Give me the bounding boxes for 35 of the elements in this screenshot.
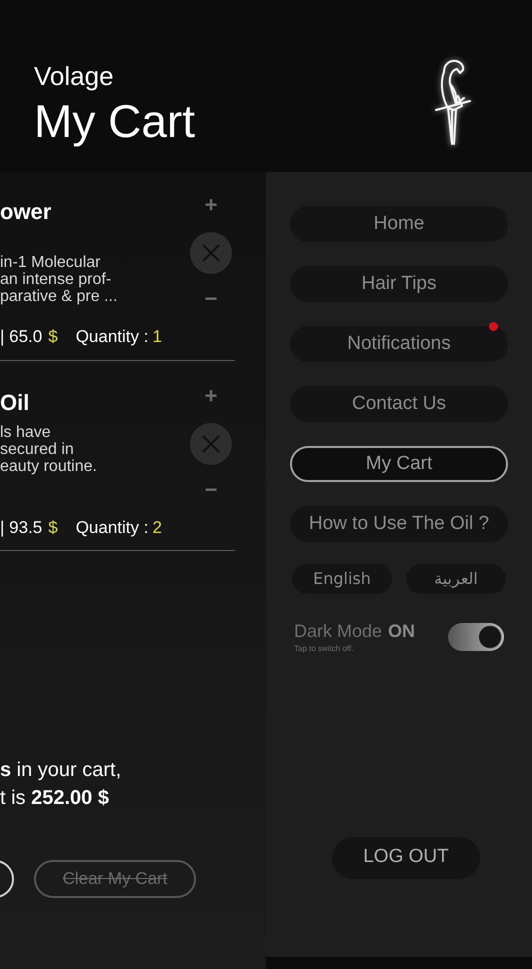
quantity-value: 1 bbox=[152, 326, 162, 348]
menu-item[interactable]: How to Use The Oil ? bbox=[290, 506, 508, 542]
decrease-button[interactable]: − bbox=[204, 478, 218, 500]
dark-mode-label: Dark Mode bbox=[294, 620, 382, 642]
language-button[interactable]: العربية bbox=[406, 564, 506, 594]
increase-button[interactable]: + bbox=[204, 194, 218, 216]
brand-name: Volage bbox=[34, 60, 115, 92]
dark-mode-hint: Tap to switch off. bbox=[294, 642, 354, 654]
cart-summary: t is 252.00 $ bbox=[0, 786, 110, 811]
currency-text: $ bbox=[48, 516, 58, 538]
product-name: ower bbox=[0, 198, 52, 226]
quantity-label: Quantity : bbox=[76, 326, 148, 348]
increase-button[interactable]: + bbox=[204, 384, 218, 406]
menu-item[interactable]: Contact Us bbox=[290, 386, 508, 422]
product-description: ls have secured in eauty routine. bbox=[0, 424, 98, 475]
language-button[interactable]: English bbox=[292, 564, 392, 594]
decrease-button[interactable]: − bbox=[204, 288, 218, 310]
menu-item[interactable]: Home bbox=[290, 206, 508, 242]
currency-text: $ bbox=[48, 326, 58, 348]
menu-item[interactable]: My Cart bbox=[290, 446, 508, 482]
parrot-logo-icon bbox=[434, 58, 474, 148]
price-text: | 93.5 bbox=[0, 516, 42, 539]
page-title: My Cart bbox=[34, 94, 195, 148]
close-icon bbox=[202, 434, 220, 452]
close-icon bbox=[202, 244, 220, 262]
menu-item[interactable]: Hair Tips bbox=[290, 266, 508, 302]
dark-mode-toggle[interactable] bbox=[448, 623, 504, 652]
product-name: Oil bbox=[0, 388, 30, 416]
price-text: | 65.0 bbox=[0, 326, 42, 348]
logout-button[interactable]: LOG OUT bbox=[332, 836, 480, 878]
product-description: in-1 Molecular an intense prof- parative & pre ... bbox=[0, 254, 118, 304]
dark-mode-state: ON bbox=[388, 620, 416, 642]
cart-summary: s in your cart, bbox=[0, 758, 122, 783]
quantity-label: Quantity : bbox=[76, 516, 148, 538]
quantity-value: 2 bbox=[152, 516, 162, 538]
